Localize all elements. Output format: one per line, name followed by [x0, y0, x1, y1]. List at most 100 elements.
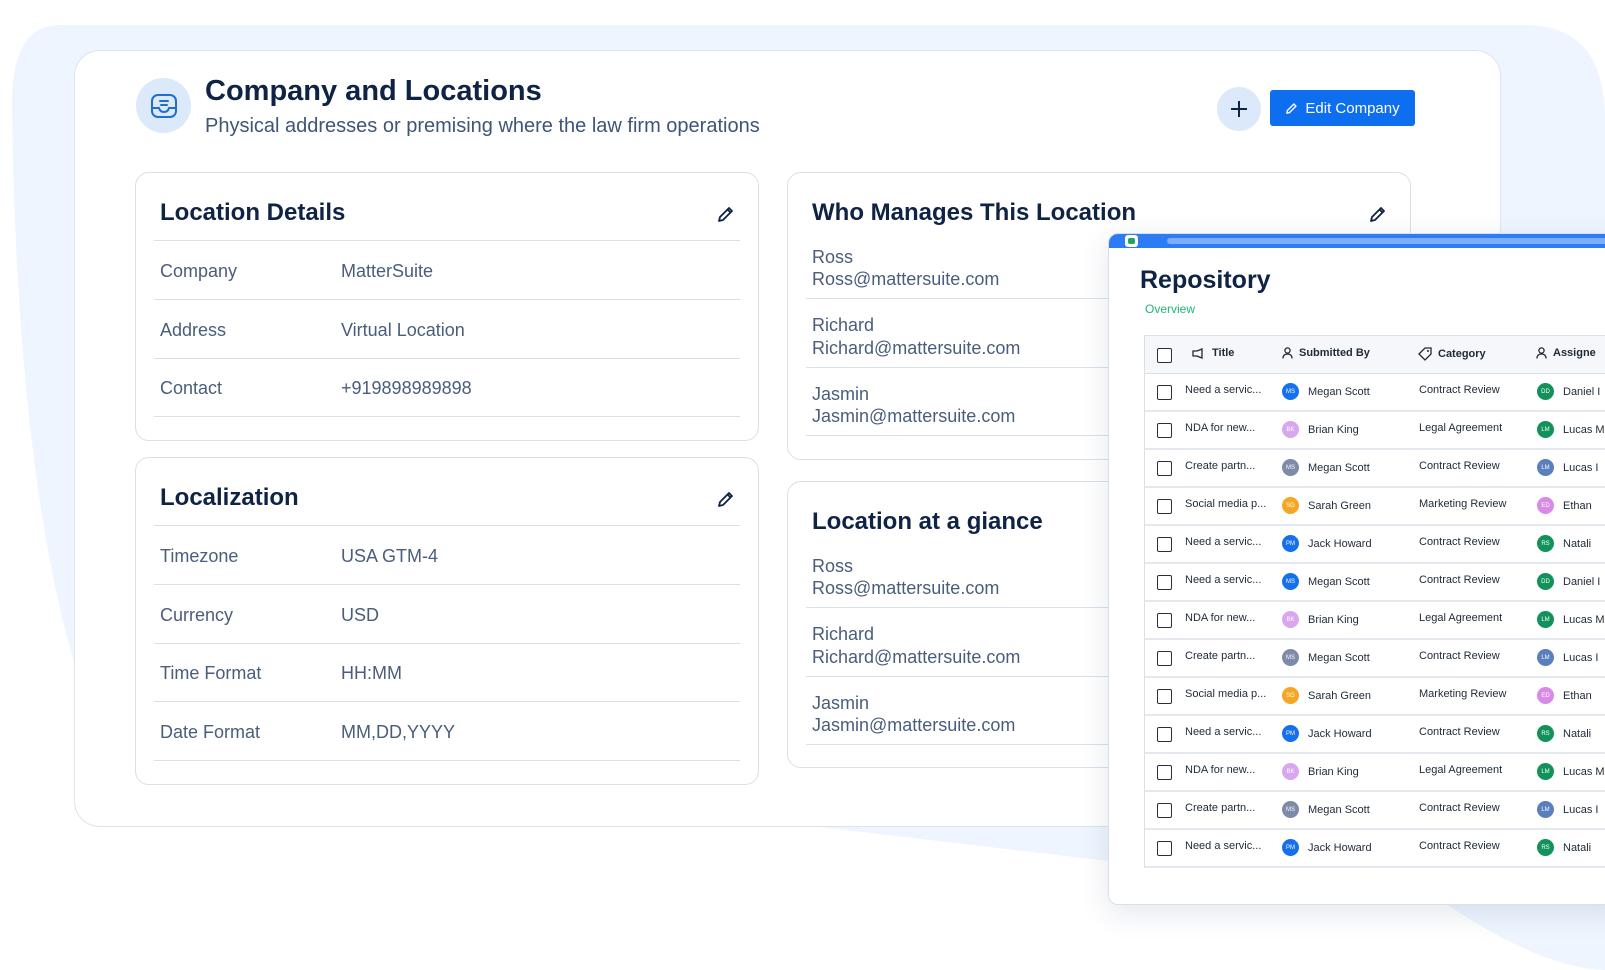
column-header-title[interactable]: Title	[1192, 347, 1234, 359]
table-row[interactable]: Social media p... SG Sarah Green Marketing …	[1145, 678, 1605, 716]
row-assignee: LM Lucas I	[1537, 649, 1598, 666]
submitter-name: Megan Scott	[1308, 385, 1370, 398]
table-row[interactable]: NDA for new... BK Brian King Legal Agreemen…	[1145, 412, 1605, 450]
row-title[interactable]: Create partn...	[1185, 650, 1255, 662]
location-details-card: Location Details Company MatterSuite Add…	[135, 172, 759, 441]
table-row[interactable]: Need a servic... MS Megan Scott Contract Re…	[1145, 374, 1605, 412]
row-checkbox[interactable]	[1157, 499, 1172, 514]
timezone-label: Timezone	[160, 546, 239, 566]
table-row[interactable]: Create partn... MS Megan Scott Contract Rev…	[1145, 450, 1605, 488]
row-title[interactable]: Create partn...	[1185, 802, 1255, 814]
glance-person-email: Richard@mattersuite.com	[812, 647, 1021, 667]
row-category: Legal Agreement	[1419, 422, 1503, 434]
avatar: LM	[1537, 421, 1554, 438]
row-assignee: LM Lucas I	[1537, 801, 1598, 818]
row-category: Contract Review	[1419, 726, 1500, 738]
company-label: Company	[160, 261, 238, 281]
avatar: MS	[1282, 649, 1299, 666]
row-title[interactable]: Create partn...	[1185, 460, 1255, 472]
table-row[interactable]: Need a servic... PM Jack Howard Contract Re…	[1145, 526, 1605, 564]
row-checkbox[interactable]	[1157, 423, 1172, 438]
time-format-value: HH:MM	[341, 663, 402, 683]
row-assignee: LM Lucas I	[1537, 459, 1598, 476]
glance-person-email: Ross@mattersuite.com	[812, 578, 1000, 598]
row-title[interactable]: Need a servic...	[1185, 574, 1261, 586]
divider	[154, 643, 740, 644]
row-checkbox[interactable]	[1157, 461, 1172, 476]
row-checkbox[interactable]	[1157, 689, 1172, 704]
table-row[interactable]: Create partn... MS Megan Scott Contract Rev…	[1145, 640, 1605, 678]
row-checkbox[interactable]	[1157, 537, 1172, 552]
row-checkbox[interactable]	[1157, 803, 1172, 818]
row-checkbox[interactable]	[1157, 575, 1172, 590]
column-header-category[interactable]: Category	[1418, 347, 1486, 361]
company-value: MatterSuite	[341, 261, 434, 281]
avatar: MS	[1282, 801, 1299, 818]
edit-location-details-icon[interactable]	[716, 204, 736, 224]
glance-person-name: Jasmin	[812, 693, 870, 713]
localization-card: Localization Timezone USA GTM-4 Currency…	[135, 457, 759, 785]
glance-person-name: Richard	[812, 624, 875, 644]
row-title[interactable]: NDA for new...	[1185, 422, 1255, 434]
row-assignee: LM Lucas M	[1537, 611, 1605, 628]
avatar: PM	[1282, 839, 1299, 856]
row-title[interactable]: Need a servic...	[1185, 384, 1261, 396]
table-row[interactable]: NDA for new... BK Brian King Legal Agreemen…	[1145, 754, 1605, 792]
row-title[interactable]: Social media p...	[1185, 498, 1266, 510]
tag-icon	[1418, 347, 1432, 361]
assignee-name: Lucas M	[1563, 423, 1605, 436]
add-button[interactable]	[1217, 87, 1261, 131]
row-title[interactable]: NDA for new...	[1185, 764, 1255, 776]
row-submitted-by: BK Brian King	[1282, 763, 1359, 780]
row-title[interactable]: Need a servic...	[1185, 840, 1261, 852]
divider	[154, 299, 740, 300]
row-checkbox[interactable]	[1157, 385, 1172, 400]
row-submitted-by: BK Brian King	[1282, 611, 1359, 628]
avatar: LM	[1537, 649, 1554, 666]
row-assignee: ED Ethan	[1537, 687, 1592, 704]
row-checkbox[interactable]	[1157, 727, 1172, 742]
row-assignee: RS Natali	[1537, 535, 1591, 552]
user-icon	[1536, 347, 1547, 359]
row-checkbox[interactable]	[1157, 651, 1172, 666]
edit-managers-icon[interactable]	[1368, 204, 1388, 224]
row-checkbox[interactable]	[1157, 841, 1172, 856]
row-category: Contract Review	[1419, 384, 1500, 396]
assignee-name: Daniel I	[1563, 385, 1601, 398]
table-row[interactable]: Social media p... SG Sarah Green Marketing …	[1145, 488, 1605, 526]
row-assignee: DD Daniel I	[1537, 383, 1600, 400]
assignee-name: Ethan	[1563, 689, 1592, 702]
table-header-row: Title Submitted By Category Assigne	[1145, 336, 1605, 374]
row-title[interactable]: NDA for new...	[1185, 612, 1255, 624]
table-row[interactable]: Need a servic... MS Megan Scott Contract Re…	[1145, 564, 1605, 602]
avatar: BK	[1282, 611, 1299, 628]
glance-person-name: Ross	[812, 556, 854, 576]
address-bar	[1167, 238, 1605, 244]
row-title[interactable]: Need a servic...	[1185, 726, 1261, 738]
edit-company-button[interactable]: Edit Company	[1270, 90, 1415, 126]
contact-value: +919898989898	[341, 378, 472, 398]
column-header-submitted-by[interactable]: Submitted By	[1282, 347, 1370, 359]
table-row[interactable]: Create partn... MS Megan Scott Contract Rev…	[1145, 792, 1605, 830]
row-title[interactable]: Need a servic...	[1185, 536, 1261, 548]
row-checkbox[interactable]	[1157, 765, 1172, 780]
column-title-label: Title	[1212, 347, 1235, 359]
submitter-name: Sarah Green	[1308, 689, 1371, 702]
submitter-name: Jack Howard	[1308, 537, 1372, 550]
tab-overview[interactable]: Overview	[1145, 302, 1195, 316]
table-row[interactable]: Need a servic... PM Jack Howard Contract Re…	[1145, 830, 1605, 868]
card-title: Location Details	[160, 199, 346, 226]
table-row[interactable]: Need a servic... PM Jack Howard Contract Re…	[1145, 716, 1605, 754]
avatar: LM	[1537, 611, 1554, 628]
card-title: Location at a giance	[812, 508, 1043, 535]
row-title[interactable]: Social media p...	[1185, 688, 1266, 700]
divider	[154, 358, 740, 359]
row-checkbox[interactable]	[1157, 613, 1172, 628]
column-header-assignee[interactable]: Assigne	[1536, 347, 1596, 359]
table-row[interactable]: NDA for new... BK Brian King Legal Agreemen…	[1145, 602, 1605, 640]
select-all-checkbox[interactable]	[1157, 348, 1172, 363]
row-submitted-by: SG Sarah Green	[1282, 497, 1371, 514]
address-value: Virtual Location	[341, 320, 465, 340]
edit-localization-icon[interactable]	[716, 489, 736, 509]
avatar: DD	[1537, 573, 1554, 590]
